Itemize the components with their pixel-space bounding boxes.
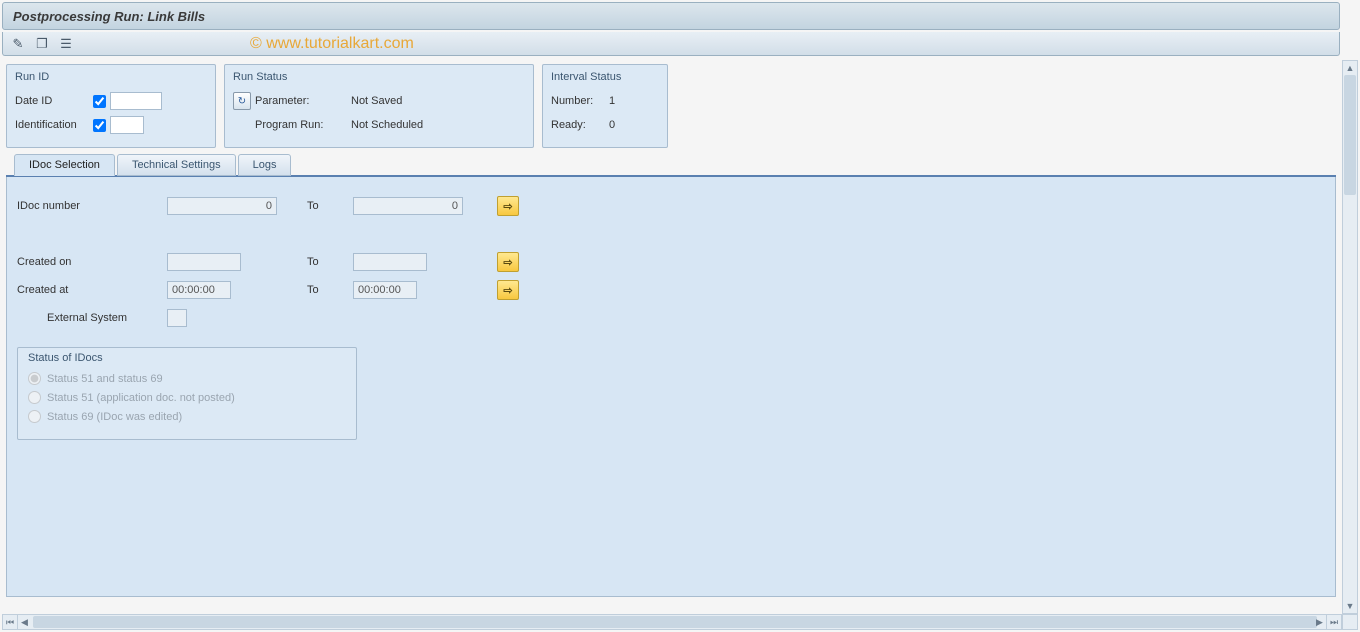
ready-label: Ready: [551, 119, 603, 131]
vertical-scrollbar[interactable]: ▲ ▼ [1342, 60, 1358, 614]
idoc-number-to[interactable] [353, 197, 463, 215]
horizontal-scrollbar[interactable]: ⏮ ◀ ▶ ⏭ [2, 614, 1342, 630]
scroll-left-first-icon[interactable]: ⏮ [3, 615, 17, 629]
identification-checkbox[interactable] [93, 119, 106, 132]
parameter-value: Not Saved [351, 95, 402, 107]
more-button-1[interactable]: ⇨ [497, 196, 519, 216]
external-system-label: External System [17, 312, 167, 324]
scroll-left-icon[interactable]: ◀ [17, 615, 31, 629]
status-group-title: Status of IDocs [28, 348, 346, 372]
more-button-3[interactable]: ⇨ [497, 280, 519, 300]
tab-idoc-selection[interactable]: IDoc Selection [14, 154, 115, 176]
created-at-from[interactable] [167, 281, 231, 299]
status-radio-2[interactable] [28, 391, 41, 404]
panel-title-interval-status: Interval Status [551, 69, 659, 85]
panel-run-status: Run Status ↻ Parameter: Not Saved Progra… [224, 64, 534, 148]
panel-title-run-status: Run Status [233, 69, 525, 85]
status-opt-3-label: Status 69 (IDoc was edited) [47, 411, 182, 423]
status-opt-2-label: Status 51 (application doc. not posted) [47, 392, 235, 404]
identification-label: Identification [15, 119, 87, 131]
to-label-3: To [307, 284, 343, 296]
copy-icon[interactable]: ❐ [33, 35, 51, 53]
ready-value: 0 [609, 119, 615, 131]
scroll-corner [1342, 614, 1358, 630]
created-on-from[interactable] [167, 253, 241, 271]
panel-title-run-id: Run ID [15, 69, 207, 85]
date-id-checkbox[interactable] [93, 95, 106, 108]
more-button-2[interactable]: ⇨ [497, 252, 519, 272]
panel-interval-status: Interval Status Number: 1 Ready: 0 [542, 64, 668, 148]
tabs: IDoc Selection Technical Settings Logs [14, 154, 1336, 176]
scroll-up-icon[interactable]: ▲ [1343, 61, 1357, 75]
title-bar: Postprocessing Run: Link Bills [2, 2, 1340, 30]
program-run-label: Program Run: [255, 119, 345, 131]
parameter-label: Parameter: [255, 95, 345, 107]
created-on-to[interactable] [353, 253, 427, 271]
program-run-value: Not Scheduled [351, 119, 423, 131]
date-id-input[interactable] [110, 92, 162, 110]
panel-run-id: Run ID Date ID Identification [6, 64, 216, 148]
page-title: Postprocessing Run: Link Bills [13, 9, 205, 24]
status-opt-2[interactable]: Status 51 (application doc. not posted) [28, 391, 346, 404]
tab-logs[interactable]: Logs [238, 154, 292, 176]
scroll-v-thumb[interactable] [1344, 75, 1356, 195]
tab-content: IDoc number To ⇨ Created on To ⇨ Created… [6, 177, 1336, 597]
status-opt-1-label: Status 51 and status 69 [47, 373, 163, 385]
created-at-label: Created at [17, 284, 167, 296]
date-id-label: Date ID [15, 95, 87, 107]
to-label-1: To [307, 200, 343, 212]
scroll-right-last-icon[interactable]: ⏭ [1327, 615, 1341, 629]
scroll-down-icon[interactable]: ▼ [1343, 599, 1357, 613]
status-of-idocs-group: Status of IDocs Status 51 and status 69 … [17, 347, 357, 440]
arrow-right-icon: ⇨ [503, 200, 512, 213]
refresh-icon[interactable]: ↻ [233, 92, 251, 110]
created-at-to[interactable] [353, 281, 417, 299]
tab-technical-settings[interactable]: Technical Settings [117, 154, 236, 176]
status-radio-1[interactable] [28, 372, 41, 385]
status-opt-3[interactable]: Status 69 (IDoc was edited) [28, 410, 346, 423]
created-on-label: Created on [17, 256, 167, 268]
idoc-number-from[interactable] [167, 197, 277, 215]
scroll-right-icon[interactable]: ▶ [1313, 615, 1327, 629]
scroll-h-thumb[interactable] [33, 616, 1317, 628]
arrow-right-icon: ⇨ [503, 256, 512, 269]
panel-row: Run ID Date ID Identification Run Status… [6, 64, 1336, 148]
arrow-right-icon: ⇨ [503, 284, 512, 297]
idoc-number-label: IDoc number [17, 200, 167, 212]
status-opt-1[interactable]: Status 51 and status 69 [28, 372, 346, 385]
status-radio-3[interactable] [28, 410, 41, 423]
edit-icon[interactable]: ✎ [9, 35, 27, 53]
list-icon[interactable]: ☰ [57, 35, 75, 53]
toolbar: ✎ ❐ ☰ [2, 32, 1340, 56]
to-label-2: To [307, 256, 343, 268]
identification-input[interactable] [110, 116, 144, 134]
number-label: Number: [551, 95, 603, 107]
external-system-input[interactable] [167, 309, 187, 327]
number-value: 1 [609, 95, 615, 107]
